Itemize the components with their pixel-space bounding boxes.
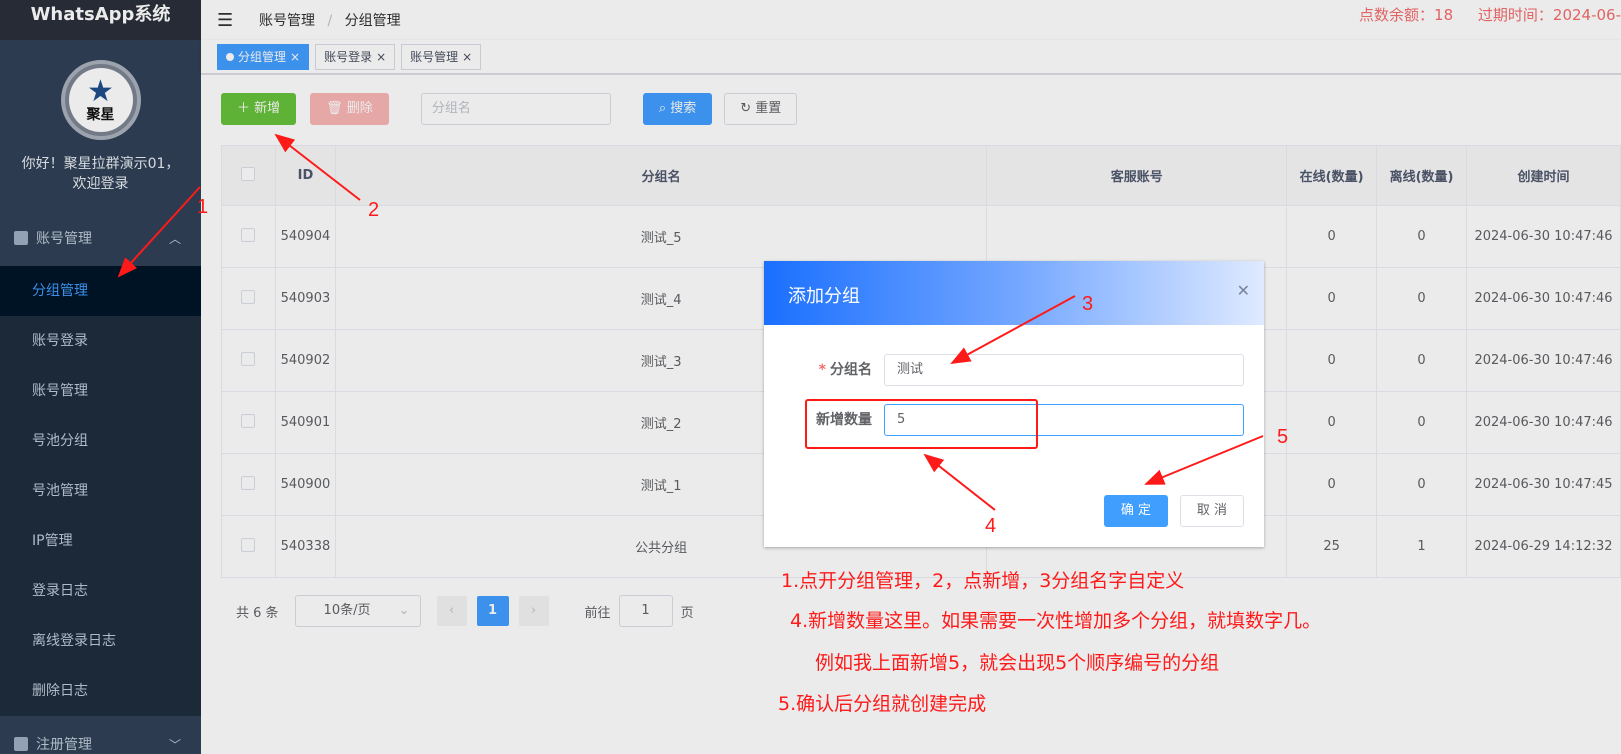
annotation-note-3: 例如我上面新增5，就会出现5个顺序编号的分组	[815, 652, 1220, 674]
dialog-title: 添加分组	[788, 286, 860, 307]
annotation-number-5: 5	[1277, 426, 1289, 448]
annotation-number-4: 4	[985, 515, 997, 537]
annotation-note-1: 1.点开分组管理，2，点新增，3分组名字自定义	[781, 570, 1185, 592]
name-label-text: 分组名	[830, 362, 872, 378]
annotation-number-2: 2	[368, 199, 380, 221]
annotation-number-3: 3	[1082, 293, 1094, 315]
close-icon[interactable]: ✕	[1237, 281, 1250, 300]
cancel-button[interactable]: 取 消	[1180, 495, 1244, 527]
annotation-note-4: 5.确认后分组就创建完成	[778, 693, 987, 715]
confirm-button[interactable]: 确 定	[1104, 495, 1168, 527]
name-label: * 分组名	[764, 354, 872, 386]
dialog-header: 添加分组 ✕	[764, 261, 1264, 325]
annotation-note-2: 4.新增数量这里。如果需要一次性增加多个分组，就填数字几。	[790, 610, 1322, 632]
annotation-number-1: 1	[197, 196, 209, 218]
highlight-box	[805, 399, 1038, 449]
group-name-input[interactable]: 测试	[884, 354, 1244, 386]
form-row-name: * 分组名 测试	[764, 354, 1264, 386]
required-asterisk: *	[818, 362, 826, 378]
